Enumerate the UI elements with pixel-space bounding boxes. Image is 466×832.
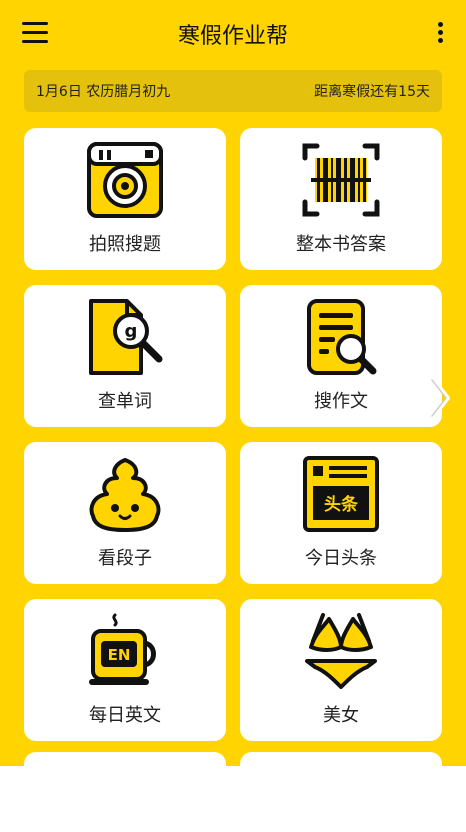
document-search-icon [307, 299, 377, 375]
barcode-scan-icon [302, 143, 380, 217]
camera-icon [87, 142, 163, 218]
poop-emoji-icon [89, 458, 161, 532]
tile-label: 看段子 [98, 548, 152, 569]
date-bar: 1月6日 农历腊月初九 距离寒假还有15天 [24, 70, 442, 112]
countdown-text: 距离寒假还有15天 [314, 84, 430, 100]
tile-word-lookup[interactable]: g 查单词 [24, 285, 226, 427]
tile-label: 美女 [323, 705, 359, 726]
tile-label: 搜作文 [314, 391, 368, 412]
more-vertical-icon[interactable] [436, 22, 444, 46]
tile-label: 查单词 [98, 391, 152, 412]
app-screen: 寒假作业帮 1月6日 农历腊月初九 距离寒假还有15天 拍照搜题 整本书答案 g… [0, 0, 466, 766]
tile-peek[interactable] [24, 752, 226, 766]
tile-beauty[interactable]: 美女 [240, 599, 442, 741]
tile-jokes[interactable]: 看段子 [24, 442, 226, 584]
tile-label: 今日头条 [305, 548, 377, 569]
tile-daily-english[interactable]: EN 每日英文 [24, 599, 226, 741]
tile-book-answers[interactable]: 整本书答案 [240, 128, 442, 270]
tile-label: 整本书答案 [296, 234, 386, 255]
cup-text: EN [108, 646, 131, 664]
bikini-icon [305, 613, 377, 689]
lunar-date-text: 1月6日 农历腊月初九 [36, 84, 171, 100]
english-cup-icon: EN [89, 613, 156, 685]
tile-peek[interactable] [240, 752, 442, 766]
tile-label: 每日英文 [89, 705, 161, 726]
word-search-icon: g [89, 299, 163, 375]
app-title: 寒假作业帮 [177, 24, 288, 49]
search-letter: g [125, 321, 138, 342]
hamburger-menu-icon[interactable] [22, 22, 48, 44]
chevron-right-icon[interactable] [428, 376, 454, 420]
tile-photo-search[interactable]: 拍照搜题 [24, 128, 226, 270]
headline-badge: 头条 [324, 494, 359, 515]
news-headline-icon: 头条 [303, 456, 379, 532]
tile-essay-search[interactable]: 搜作文 [240, 285, 442, 427]
tile-headlines[interactable]: 头条 今日头条 [240, 442, 442, 584]
tile-label: 拍照搜题 [89, 234, 161, 255]
top-app-bar: 寒假作业帮 [0, 0, 466, 68]
